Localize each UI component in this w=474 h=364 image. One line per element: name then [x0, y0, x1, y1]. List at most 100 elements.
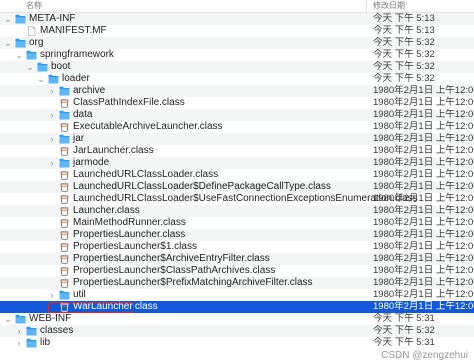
chevron-right-icon[interactable]: › — [48, 109, 56, 121]
file-row-propertieslauncher-1-class[interactable]: PropertiesLauncher$1.class 1980年2月1日 上午12… — [0, 241, 474, 253]
date-modified-cell: 今天 下午 5:13 — [373, 25, 435, 36]
folder-icon — [37, 62, 48, 72]
chevron-down-icon[interactable]: ⌄ — [37, 73, 45, 85]
chevron-down-icon[interactable]: ⌄ — [4, 37, 12, 49]
chevron-down-icon[interactable]: ⌄ — [4, 13, 12, 25]
watermark: CSDN @zengzehui — [381, 350, 468, 361]
file-row-propertieslauncher-class[interactable]: PropertiesLauncher.class 1980年2月1日 上午12:0… — [0, 229, 474, 241]
date-modified-column-header[interactable]: 修改日期 — [373, 0, 405, 12]
item-name: LaunchedURLClassLoader$DefinePackageCall… — [73, 181, 331, 192]
folder-row-jarmode[interactable]: › jarmode 1980年2月1日 上午12:00 — [0, 157, 474, 169]
java-class-file-icon — [59, 302, 70, 312]
file-row-propertieslauncher-prefixmatchingarchivefilter-class[interactable]: PropertiesLauncher$PrefixMatchingArchive… — [0, 277, 474, 289]
date-modified-cell: 今天 下午 5:32 — [373, 61, 435, 72]
file-row-mainmethodrunner-class[interactable]: MainMethodRunner.class 1980年2月1日 上午12:00 — [0, 217, 474, 229]
java-class-file-icon — [59, 98, 70, 108]
java-class-file-icon — [59, 278, 70, 288]
chevron-down-icon[interactable]: ⌄ — [26, 61, 34, 73]
chevron-right-icon[interactable]: › — [15, 337, 23, 349]
folder-row-data[interactable]: › data 1980年2月1日 上午12:00 — [0, 109, 474, 121]
folder-row-meta-inf[interactable]: ⌄ META-INF 今天 下午 5:13 — [0, 13, 474, 25]
item-name: archive — [73, 85, 106, 96]
java-class-file-icon — [59, 146, 70, 156]
date-modified-cell: 今天 下午 5:13 — [373, 13, 435, 24]
file-row-propertieslauncher-archiveentryfilter-class[interactable]: PropertiesLauncher$ArchiveEntryFilter.cl… — [0, 253, 474, 265]
date-modified-cell: 今天 下午 5:32 — [373, 49, 435, 60]
item-name: classes — [40, 325, 74, 336]
file-row-launchedurlclassloader-definepackagecalltype-class[interactable]: LaunchedURLClassLoader$DefinePackageCall… — [0, 181, 474, 193]
item-name: springframework — [40, 49, 114, 60]
column-header: 名称 修改日期 — [0, 0, 474, 13]
file-row-launcher-class[interactable]: Launcher.class 1980年2月1日 上午12:00 — [0, 205, 474, 217]
file-row-classpathindexfile-class[interactable]: ClassPathIndexFile.class 1980年2月1日 上午12:0… — [0, 97, 474, 109]
folder-row-web-inf[interactable]: ⌄ WEB-INF 今天 下午 5:31 — [0, 313, 474, 325]
folder-row-util[interactable]: › util 1980年2月1日 上午12:00 — [0, 289, 474, 301]
chevron-right-icon[interactable]: › — [48, 133, 56, 145]
date-modified-cell: 1980年2月1日 上午12:00 — [373, 97, 474, 108]
file-row-launchedurlclassloader-class[interactable]: LaunchedURLClassLoader.class 1980年2月1日 上午… — [0, 169, 474, 181]
chevron-right-icon[interactable]: › — [15, 325, 23, 337]
date-modified-cell: 今天 下午 5:31 — [373, 313, 435, 324]
file-row-jarlauncher-class[interactable]: JarLauncher.class 1980年2月1日 上午12:00 — [0, 145, 474, 157]
date-modified-cell: 1980年2月1日 上午12:00 — [373, 133, 474, 144]
item-name: PropertiesLauncher$ClassPathArchives.cla… — [73, 265, 276, 276]
file-row-warlauncher-class[interactable]: WarLauncher.class 1980年2月1日 上午12:00 — [0, 301, 474, 313]
item-name: LaunchedURLClassLoader$UseFastConnection… — [73, 193, 418, 204]
date-modified-cell: 今天 下午 5:32 — [373, 37, 435, 48]
item-name: JarLauncher.class — [73, 145, 154, 156]
folder-row-jar[interactable]: › jar 1980年2月1日 上午12:00 — [0, 133, 474, 145]
java-class-file-icon — [59, 182, 70, 192]
folder-icon — [15, 14, 26, 24]
date-modified-cell: 1980年2月1日 上午12:00 — [373, 205, 474, 216]
column-divider[interactable] — [366, 1, 367, 11]
item-name: boot — [51, 61, 71, 72]
folder-icon — [59, 110, 70, 120]
date-modified-cell: 1980年2月1日 上午12:00 — [373, 181, 474, 192]
file-row-launchedurlclassloader-usefastconnectionexceptionsenumeration-class[interactable]: LaunchedURLClassLoader$UseFastConnection… — [0, 193, 474, 205]
item-name: MANIFEST.MF — [40, 25, 107, 36]
folder-icon — [26, 326, 37, 336]
chevron-right-icon[interactable]: › — [48, 289, 56, 301]
date-modified-cell: 1980年2月1日 上午12:00 — [373, 253, 474, 264]
chevron-right-icon[interactable]: › — [48, 85, 56, 97]
name-column-header[interactable]: 名称 — [26, 0, 42, 12]
folder-row-org[interactable]: ⌄ org 今天 下午 5:32 — [0, 37, 474, 49]
file-row-executablearchivelauncher-class[interactable]: ExecutableArchiveLauncher.class 1980年2月1日… — [0, 121, 474, 133]
item-name: jar — [73, 133, 85, 144]
java-class-file-icon — [59, 266, 70, 276]
item-name: WarLauncher.class — [73, 301, 158, 312]
item-name: ClassPathIndexFile.class — [73, 97, 185, 108]
java-class-file-icon — [59, 242, 70, 252]
file-row-propertieslauncher-classpatharchives-class[interactable]: PropertiesLauncher$ClassPathArchives.cla… — [0, 265, 474, 277]
file-row-manifest-mf[interactable]: MANIFEST.MF 今天 下午 5:13 — [0, 25, 474, 37]
chevron-down-icon[interactable]: ⌄ — [4, 313, 12, 325]
item-name: PropertiesLauncher$PrefixMatchingArchive… — [73, 277, 313, 288]
folder-row-springframework[interactable]: ⌄ springframework 今天 下午 5:32 — [0, 49, 474, 61]
folder-row-archive[interactable]: › archive 1980年2月1日 上午12:00 — [0, 85, 474, 97]
date-modified-cell: 今天 下午 5:32 — [373, 73, 435, 84]
date-modified-cell: 1980年2月1日 上午12:00 — [373, 85, 474, 96]
item-name: Launcher.class — [73, 205, 140, 216]
date-modified-cell: 1980年2月1日 上午12:00 — [373, 289, 474, 300]
date-modified-cell: 今天 下午 5:31 — [373, 337, 435, 348]
item-name: META-INF — [29, 13, 76, 24]
item-name: WEB-INF — [29, 313, 72, 324]
java-class-file-icon — [59, 218, 70, 228]
date-modified-cell: 1980年2月1日 上午12:00 — [373, 277, 474, 288]
folder-row-loader[interactable]: ⌄ loader 今天 下午 5:32 — [0, 73, 474, 85]
item-name: LaunchedURLClassLoader.class — [73, 169, 219, 180]
java-class-file-icon — [59, 122, 70, 132]
date-modified-cell: 1980年2月1日 上午12:00 — [373, 301, 474, 312]
java-class-file-icon — [59, 254, 70, 264]
folder-row-lib[interactable]: › lib 今天 下午 5:31 — [0, 337, 474, 349]
item-name: ExecutableArchiveLauncher.class — [73, 121, 223, 132]
item-name: lib — [40, 337, 51, 348]
item-name: util — [73, 289, 86, 300]
folder-row-classes[interactable]: › classes 今天 下午 5:32 — [0, 325, 474, 337]
folder-row-boot[interactable]: ⌄ boot 今天 下午 5:32 — [0, 61, 474, 73]
java-class-file-icon — [59, 206, 70, 216]
item-name: loader — [62, 73, 90, 84]
chevron-right-icon[interactable]: › — [48, 157, 56, 169]
chevron-down-icon[interactable]: ⌄ — [15, 49, 23, 61]
folder-icon — [26, 338, 37, 348]
